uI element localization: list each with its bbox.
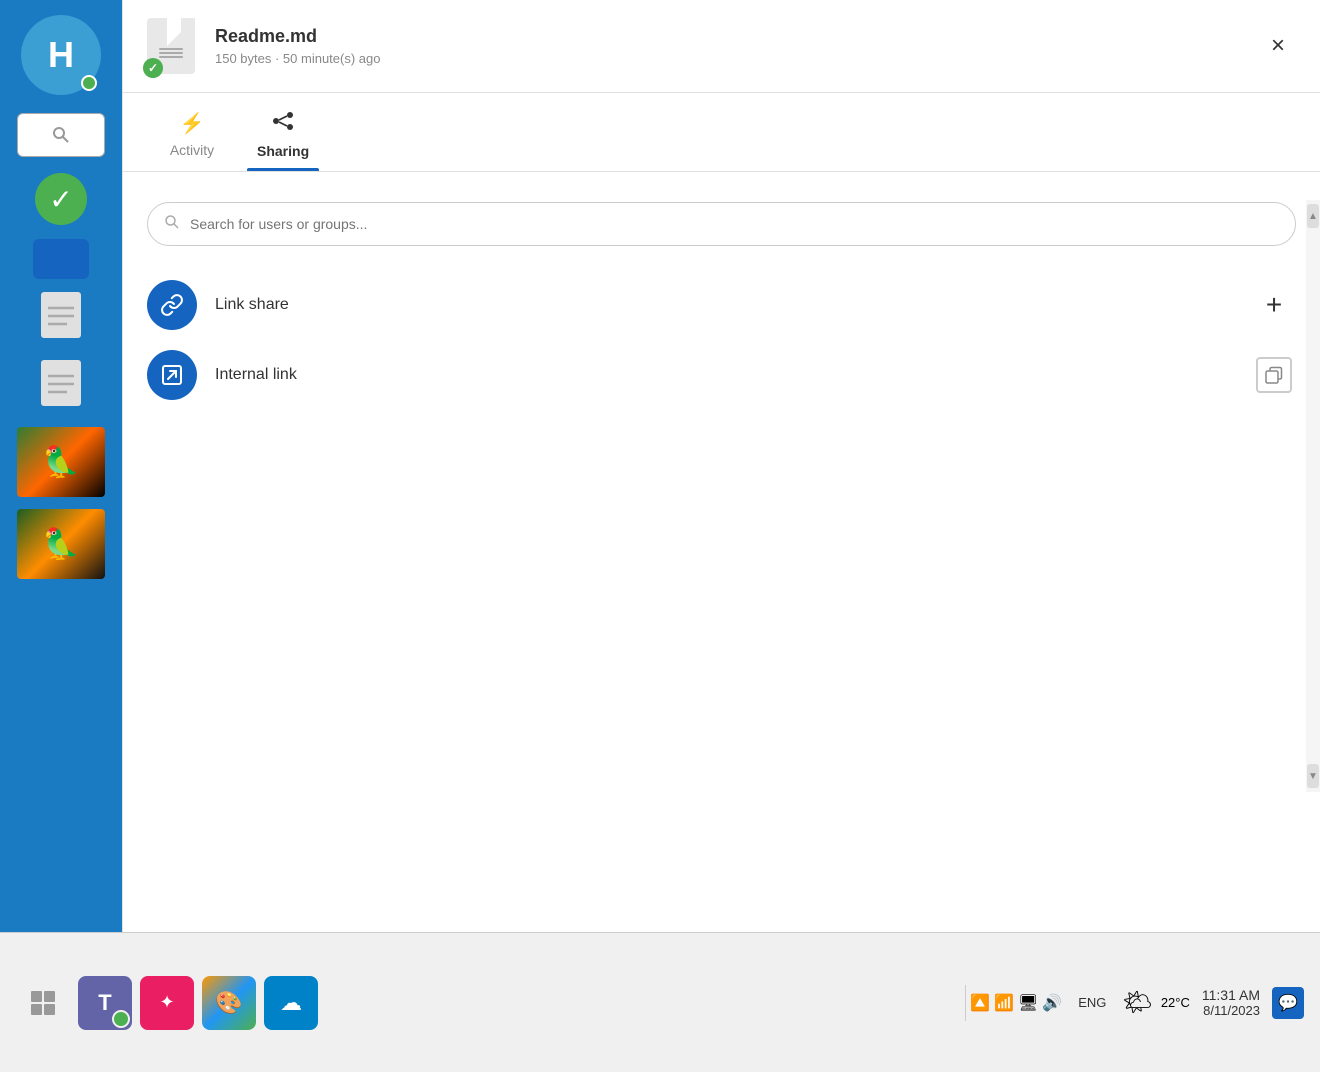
sharing-icon [272,111,294,137]
file-status-check-icon: ✓ [143,58,163,78]
sidebar-thumbnail-2[interactable]: 🦜 [17,509,105,579]
main-panel: ✓ Readme.md 150 bytes · 50 minute(s) ago… [122,0,1320,932]
tab-activity-label: Activity [170,142,214,158]
notification-icon-symbol: 💬 [1278,993,1298,1013]
activity-icon: ⚡ [180,111,205,136]
nextcloud-button[interactable]: ☁ [264,976,318,1030]
file-meta: 150 bytes · 50 minute(s) ago [215,51,1260,66]
sidebar-item-check[interactable]: ✓ [33,171,89,227]
file-info: Readme.md 150 bytes · 50 minute(s) ago [215,26,1260,66]
nextcloud-icon: ☁ [280,990,302,1016]
internal-link-icon [147,350,197,400]
link-share-icon [147,280,197,330]
panel-header: ✓ Readme.md 150 bytes · 50 minute(s) ago… [123,0,1320,93]
internal-link-item[interactable]: Internal link [147,340,1296,410]
add-icon: + [1266,289,1282,321]
taskbar-icon-3: 🖥 [1018,993,1038,1013]
check-icon: ✓ [35,173,87,225]
internal-link-copy-button[interactable] [1252,353,1296,397]
temperature-label: 22°C [1161,995,1190,1010]
search-bar-icon [164,214,180,235]
taskbar-apps: T ✦ 🎨 ☁ [16,976,961,1030]
sidebar-item-doc2[interactable] [33,359,89,415]
file-icon-line [159,52,183,54]
taskbar-divider [965,985,966,1021]
network-icon: 🔼 [970,993,990,1013]
file-icon-wrapper: ✓ [147,18,195,74]
time-display: 11:31 AM 8/11/2023 [1202,987,1260,1018]
teams-button[interactable]: T [78,976,132,1030]
scrollbar: ▲ ▼ [1306,200,1320,792]
taskbar: T ✦ 🎨 ☁ 🔼 📶 🖥 🔊 ENG 🌤 22°C 11:31 AM 8/ [0,932,1320,1072]
tabs-container: ⚡ Activity Sharing [123,93,1320,172]
file-icon-line [159,48,183,50]
file-name: Readme.md [215,26,1260,47]
system-tray: 🔼 📶 🖥 🔊 [970,993,1062,1013]
close-button[interactable]: × [1260,28,1296,64]
copy-icon [1256,357,1292,393]
internal-link-label: Internal link [215,366,1252,384]
search-users-input[interactable] [190,216,1279,232]
teams-badge [112,1010,130,1028]
sidebar-search-button[interactable] [17,113,105,157]
search-icon [51,125,71,145]
teams-icon: T [98,990,111,1016]
craft-icon: ✦ [159,992,174,1013]
paint-button[interactable]: 🎨 [202,976,256,1030]
clock-date: 8/11/2023 [1202,1003,1260,1018]
paint-icon: 🎨 [215,990,242,1016]
clock-time: 11:31 AM [1202,987,1260,1003]
file-icon-lines [159,48,183,58]
online-status-dot [81,75,97,91]
file-icon-line [159,56,183,58]
link-share-label: Link share [215,296,1252,314]
content-area: Link share + Internal link [123,172,1320,440]
desktop: H ✓ [0,0,1320,932]
weather-display: 🌤 22°C [1122,988,1190,1017]
sidebar-thumbnail-1[interactable]: 🦜 [17,427,105,497]
weather-icon: 🌤 [1122,988,1152,1017]
search-bar[interactable] [147,202,1296,246]
taskbar-right: 🔼 📶 🖥 🔊 ENG 🌤 22°C 11:31 AM 8/11/2023 💬 [970,976,1304,1030]
tab-sharing[interactable]: Sharing [237,93,329,171]
scroll-up-button[interactable]: ▲ [1307,204,1319,228]
sidebar-item-doc1[interactable] [33,291,89,347]
notification-button[interactable]: 💬 [1272,987,1304,1019]
doc-icon-2 [39,358,83,417]
show-desktop-button[interactable] [16,976,70,1030]
wifi-icon: 📶 [994,993,1014,1013]
link-share-add-button[interactable]: + [1252,283,1296,327]
language-display[interactable]: ENG [1074,976,1110,1030]
avatar[interactable]: H [21,15,101,95]
scroll-down-button[interactable]: ▼ [1307,764,1319,788]
sidebar-item-active[interactable] [33,239,89,279]
doc-icon-1 [39,290,83,349]
link-share-item[interactable]: Link share + [147,270,1296,340]
tab-sharing-label: Sharing [257,143,309,159]
tab-activity[interactable]: ⚡ Activity [147,93,237,171]
craft-button[interactable]: ✦ [140,976,194,1030]
sidebar: H ✓ [0,0,122,932]
avatar-letter: H [48,34,74,76]
volume-icon: 🔊 [1042,993,1062,1013]
